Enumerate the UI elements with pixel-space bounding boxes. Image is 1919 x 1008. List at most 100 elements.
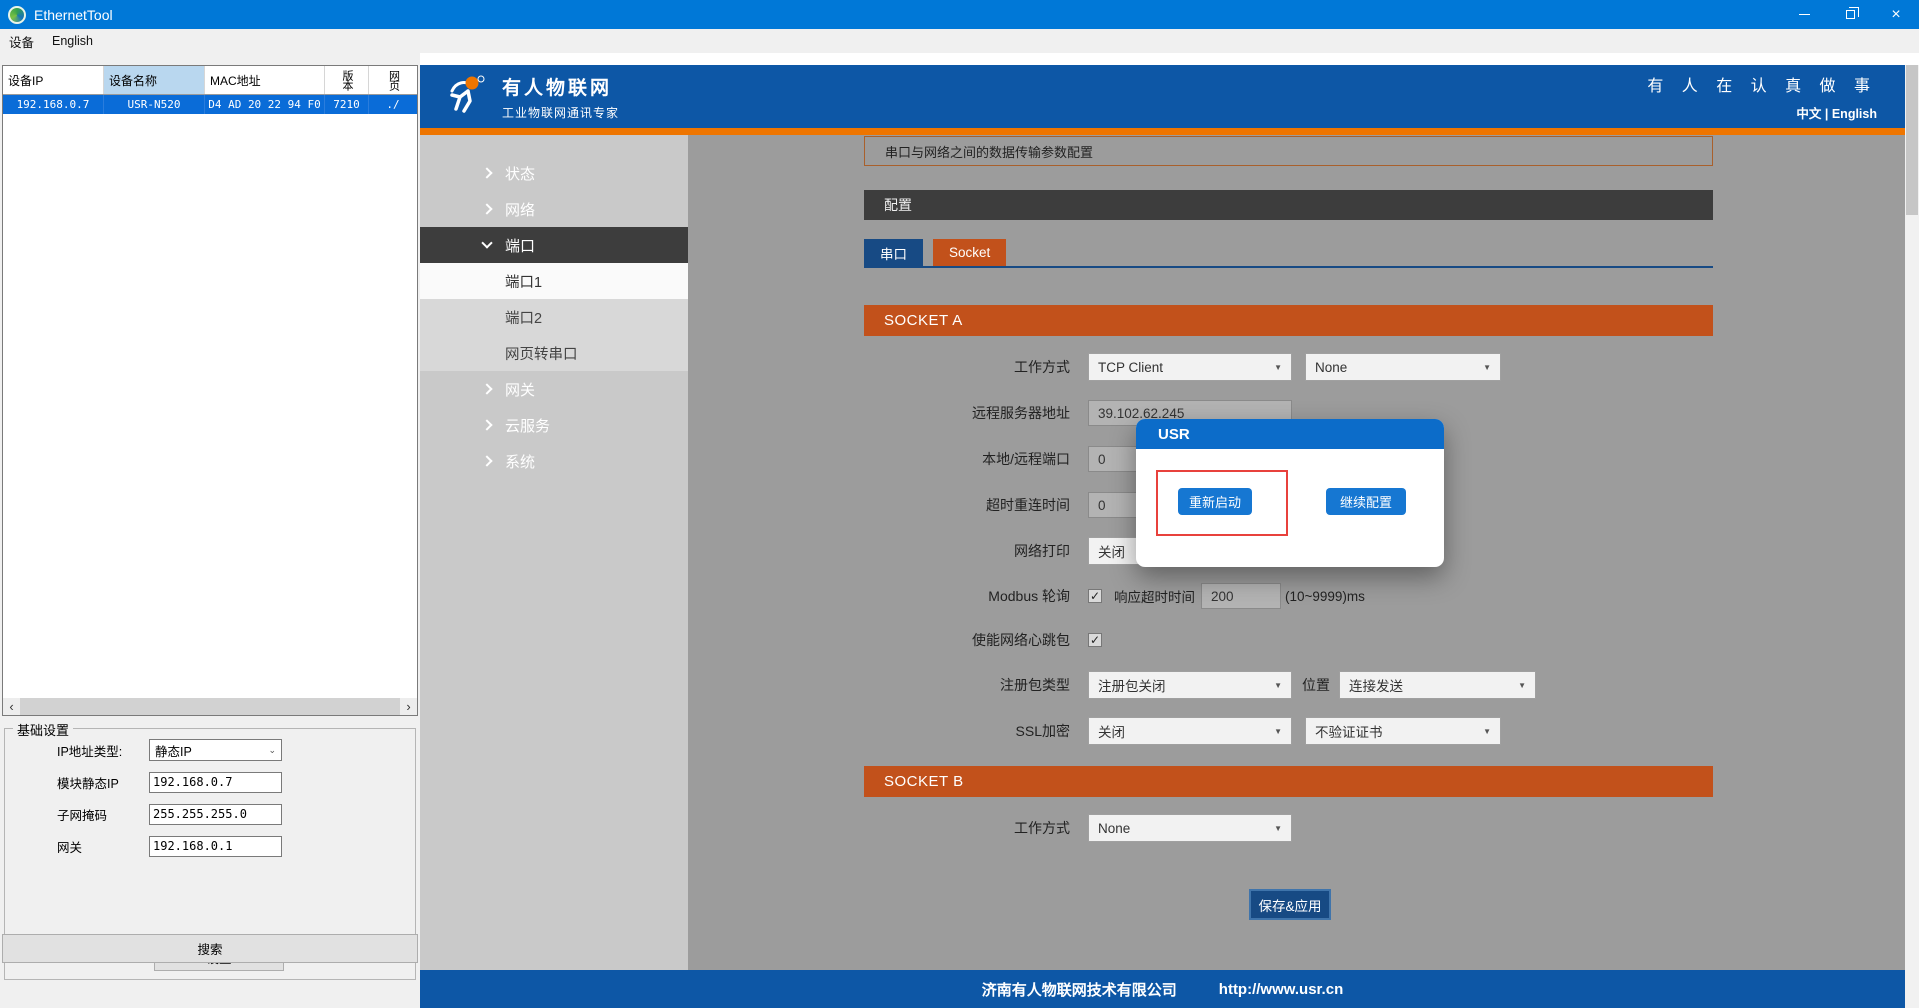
reconnect-time-label: 超时重连时间 [864,495,1070,515]
device-panel: 设备IP 设备名称 MAC地址 版本 网页 192.168.0.7 USR-N5… [0,53,420,1008]
header-accent-strip [420,128,1905,135]
web-brand: 有人物联网 [502,73,619,100]
work-mode-select[interactable]: TCP Client ▼ [1088,353,1292,381]
local-remote-port-label: 本地/远程端口 [864,449,1070,469]
chevron-down-icon [481,237,492,248]
work-mode-secondary-select[interactable]: None ▼ [1305,353,1501,381]
modbus-poll-checkbox[interactable] [1088,589,1102,603]
col-header-version[interactable]: 版本 [325,66,369,94]
chevron-right-icon [481,383,492,394]
chevron-right-icon [481,419,492,430]
usr-dialog-title: USR [1136,419,1444,449]
col-header-device-name[interactable]: 设备名称 [104,66,205,94]
sidebar-item-system[interactable]: 系统 [420,443,688,479]
usr-logo-bottom: 有人物联网 [0,973,420,1008]
continue-config-button[interactable]: 继续配置 [1326,488,1406,515]
dropdown-arrow-icon: ▼ [1274,824,1282,833]
ssl-label: SSL加密 [864,721,1070,741]
modbus-timeout-input[interactable]: 200 [1201,583,1281,609]
sidebar-item-port1[interactable]: 端口1 [420,263,688,299]
chevron-down-icon: ⌄ [268,745,276,756]
vertical-scrollbar[interactable] [1905,65,1919,1008]
socket-b-header: SOCKET B [864,766,1713,797]
dropdown-arrow-icon: ▼ [1274,727,1282,736]
restore-button[interactable] [1827,0,1873,29]
col-header-device-ip[interactable]: 设备IP [3,66,104,94]
config-section-title: 配置 [864,190,1713,220]
close-icon: × [1891,7,1900,23]
chevron-right-icon [481,455,492,466]
search-button[interactable]: 搜索 [2,934,418,963]
dropdown-arrow-icon: ▼ [1483,727,1491,736]
usr-runner-icon [442,71,488,122]
usr-dialog: USR 重新启动 继续配置 [1136,419,1444,567]
footer-company: 济南有人物联网技术有限公司 [982,979,1177,1000]
static-ip-label: 模块静态IP [57,773,149,792]
save-apply-button[interactable]: 保存&应用 [1249,889,1331,920]
minimize-button[interactable] [1781,0,1827,29]
vertical-scrollbar-thumb[interactable] [1906,65,1918,215]
device-row[interactable]: 192.168.0.7 USR-N520 D4 AD 20 22 94 F0 7… [3,95,417,114]
tab-socket[interactable]: Socket [933,239,1006,266]
titlebar: EthernetTool × [0,0,1919,29]
web-header: 有人物联网 工业物联网通讯专家 有 人 在 认 真 做 事 中文 | Engli… [420,65,1905,128]
regpkt-position-label: 位置 [1302,675,1330,695]
dropdown-arrow-icon: ▼ [1274,363,1282,372]
socket-b-work-mode-label: 工作方式 [864,818,1070,838]
page-description: 串口与网络之间的数据传输参数配置 [864,136,1713,166]
cell-version: 7210 [325,95,369,114]
language-switch[interactable]: 中文 | English [1647,103,1877,122]
col-header-webpage[interactable]: 网页 [369,66,417,94]
sidebar-item-gateway[interactable]: 网关 [420,371,688,407]
static-ip-input[interactable] [149,772,282,793]
horizontal-scrollbar[interactable]: ‹ › [3,698,417,715]
scroll-right-icon[interactable]: › [400,698,417,715]
ip-type-select[interactable]: 静态IP ⌄ [149,739,282,761]
subnet-mask-input[interactable] [149,804,282,825]
col-header-mac[interactable]: MAC地址 [205,66,325,94]
sidebar-item-cloud[interactable]: 云服务 [420,407,688,443]
regpkt-type-select[interactable]: 注册包关闭 ▼ [1088,671,1292,699]
gateway-label: 网关 [57,837,149,856]
web-slogan: 工业物联网通讯专家 [502,104,619,121]
chevron-right-icon [481,203,492,214]
ip-type-label: IP地址类型: [57,741,149,760]
gateway-input[interactable] [149,836,282,857]
cell-webpage-link[interactable]: ./ [369,95,417,114]
sidebar-item-network[interactable]: 网络 [420,191,688,227]
footer-url-link[interactable]: http://www.usr.cn [1219,981,1343,998]
cell-mac: D4 AD 20 22 94 F0 [205,95,325,114]
dropdown-arrow-icon: ▼ [1274,681,1282,690]
restart-button[interactable]: 重新启动 [1178,488,1252,515]
menu-device[interactable]: 设备 [0,29,43,53]
cell-device-name: USR-N520 [104,95,205,114]
tab-serial[interactable]: 串口 [864,239,923,266]
basic-settings-title: 基础设置 [13,720,73,739]
device-table-header: 设备IP 设备名称 MAC地址 版本 网页 [3,66,417,95]
scroll-track[interactable] [20,698,400,715]
menu-english[interactable]: English [43,29,102,53]
scroll-left-icon[interactable]: ‹ [3,698,20,715]
heartbeat-checkbox[interactable] [1088,633,1102,647]
web-sidebar: 状态 网络 端口 端口1 端口2 网页转串口 网关 云服务 系统 [420,135,688,970]
sidebar-item-status[interactable]: 状态 [420,155,688,191]
socket-b-work-mode-select[interactable]: None ▼ [1088,814,1292,842]
net-print-label: 网络打印 [864,541,1070,561]
sidebar-item-port2[interactable]: 端口2 [420,299,688,335]
subnet-mask-label: 子网掩码 [57,805,149,824]
sidebar-item-web2serial[interactable]: 网页转串口 [420,335,688,371]
web-tagline: 有 人 在 认 真 做 事 [1647,72,1877,96]
sidebar-item-port[interactable]: 端口 [420,227,688,263]
minimize-icon [1799,14,1810,15]
cell-device-ip: 192.168.0.7 [3,95,104,114]
ssl-cert-select[interactable]: 不验证证书 ▼ [1305,717,1501,745]
modbus-timeout-label: 响应超时时间 [1114,586,1195,606]
heartbeat-label: 使能网络心跳包 [864,630,1070,650]
remote-addr-label: 远程服务器地址 [864,403,1070,423]
close-button[interactable]: × [1873,0,1919,29]
web-footer: 济南有人物联网技术有限公司 http://www.usr.cn [420,970,1905,1008]
dropdown-arrow-icon: ▼ [1483,363,1491,372]
ssl-select[interactable]: 关闭 ▼ [1088,717,1292,745]
regpkt-position-select[interactable]: 连接发送 ▼ [1339,671,1536,699]
dropdown-arrow-icon: ▼ [1518,681,1526,690]
